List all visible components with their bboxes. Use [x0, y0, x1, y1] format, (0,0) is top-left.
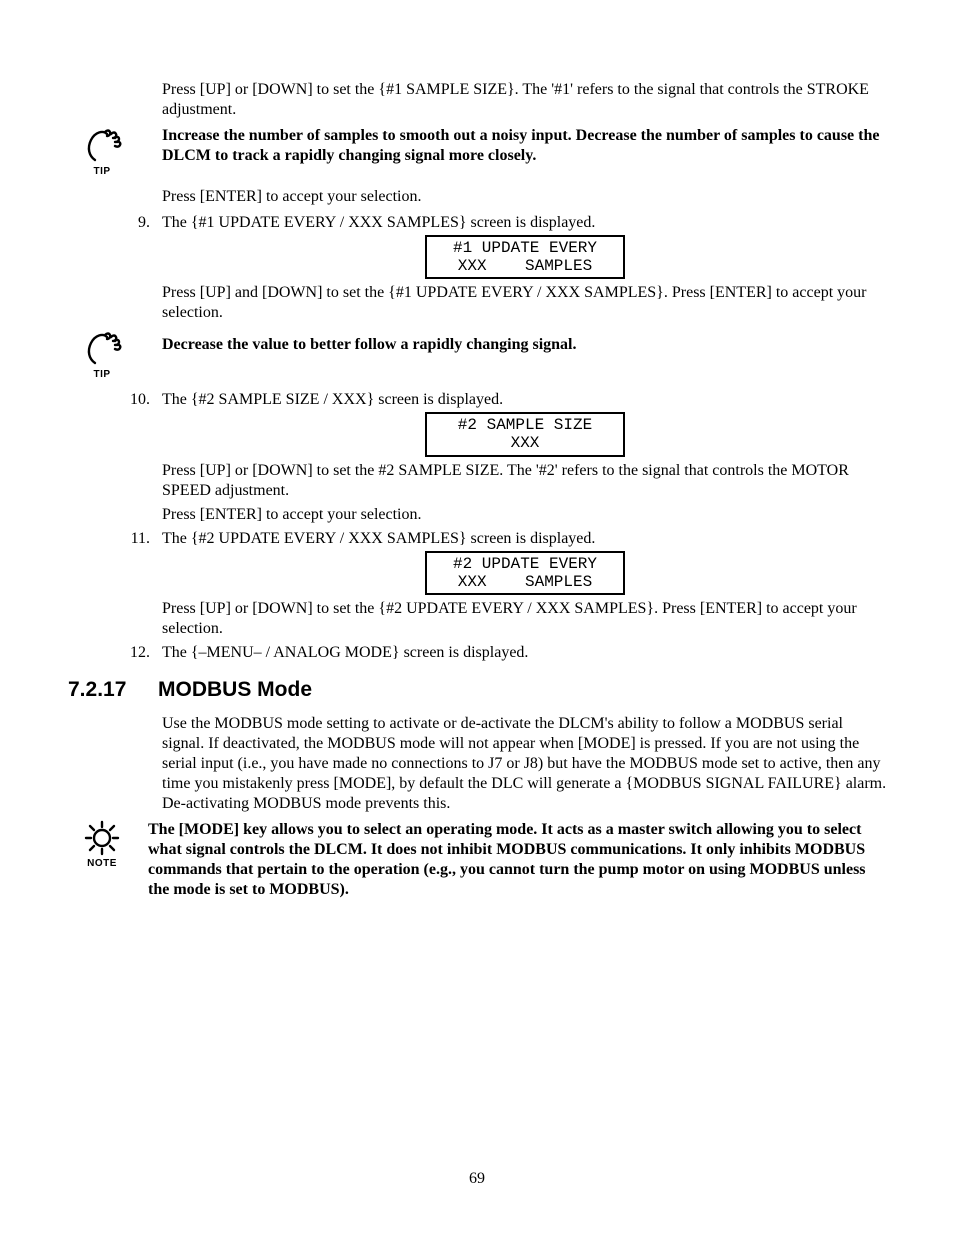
lcd-display-1: #1 UPDATE EVERY XXX SAMPLES	[425, 235, 625, 280]
tip-text-1: Increase the number of samples to smooth…	[162, 126, 888, 166]
step-11-text-a: The {#2 UPDATE EVERY / XXX SAMPLES} scre…	[162, 529, 888, 549]
step-9-text-b: Press [UP] and [DOWN] to set the {#1 UPD…	[162, 283, 888, 323]
step-10-text-b: Press [UP] or [DOWN] to set the #2 SAMPL…	[162, 461, 888, 501]
step-12-text-a: The {–MENU– / ANALOG MODE} screen is dis…	[162, 643, 888, 663]
tip-text-2: Decrease the value to better follow a ra…	[162, 329, 888, 355]
step-10-text-a: The {#2 SAMPLE SIZE / XXX} screen is dis…	[162, 390, 888, 410]
step-12: 12. The {–MENU– / ANALOG MODE} screen is…	[68, 643, 888, 663]
note-label: NOTE	[76, 858, 128, 871]
press-enter-1: Press [ENTER] to accept your selection.	[162, 187, 888, 207]
section-heading: 7.2.17 MODBUS Mode	[68, 677, 888, 703]
tip-callout-2: TIP Decrease the value to better follow …	[68, 329, 888, 382]
note-text: The [MODE] key allows you to select an o…	[148, 820, 888, 900]
step-11-number: 11.	[116, 529, 150, 640]
step-10-number: 10.	[116, 390, 150, 525]
step-10: 10. The {#2 SAMPLE SIZE / XXX} screen is…	[68, 390, 888, 525]
step-11-text-b: Press [UP] or [DOWN] to set the {#2 UPDA…	[162, 599, 888, 639]
section-paragraph: Use the MODBUS mode setting to activate …	[162, 714, 888, 814]
step-10-text-c: Press [ENTER] to accept your selection.	[162, 505, 888, 525]
step-11: 11. The {#2 UPDATE EVERY / XXX SAMPLES} …	[68, 529, 888, 640]
step-9-number: 9.	[116, 213, 150, 324]
note-callout: NOTE The [MODE] key allows you to select…	[68, 820, 888, 900]
section-title: MODBUS Mode	[158, 677, 312, 703]
note-icon: NOTE	[76, 820, 128, 871]
lcd-display-2: #2 SAMPLE SIZE XXX	[425, 412, 625, 457]
tip-icon: TIP	[76, 329, 128, 382]
tip-icon: TIP	[76, 126, 128, 179]
lcd-display-3: #2 UPDATE EVERY XXX SAMPLES	[425, 551, 625, 596]
page-number: 69	[0, 1169, 954, 1189]
tip-label: TIP	[76, 166, 128, 179]
step-9-text-a: The {#1 UPDATE EVERY / XXX SAMPLES} scre…	[162, 213, 888, 233]
section-number: 7.2.17	[68, 677, 158, 703]
step-12-number: 12.	[116, 643, 150, 663]
tip-label: TIP	[76, 369, 128, 382]
step-9: 9. The {#1 UPDATE EVERY / XXX SAMPLES} s…	[68, 213, 888, 324]
tip-callout-1: TIP Increase the number of samples to sm…	[68, 126, 888, 179]
intro-paragraph: Press [UP] or [DOWN] to set the {#1 SAMP…	[162, 80, 888, 120]
